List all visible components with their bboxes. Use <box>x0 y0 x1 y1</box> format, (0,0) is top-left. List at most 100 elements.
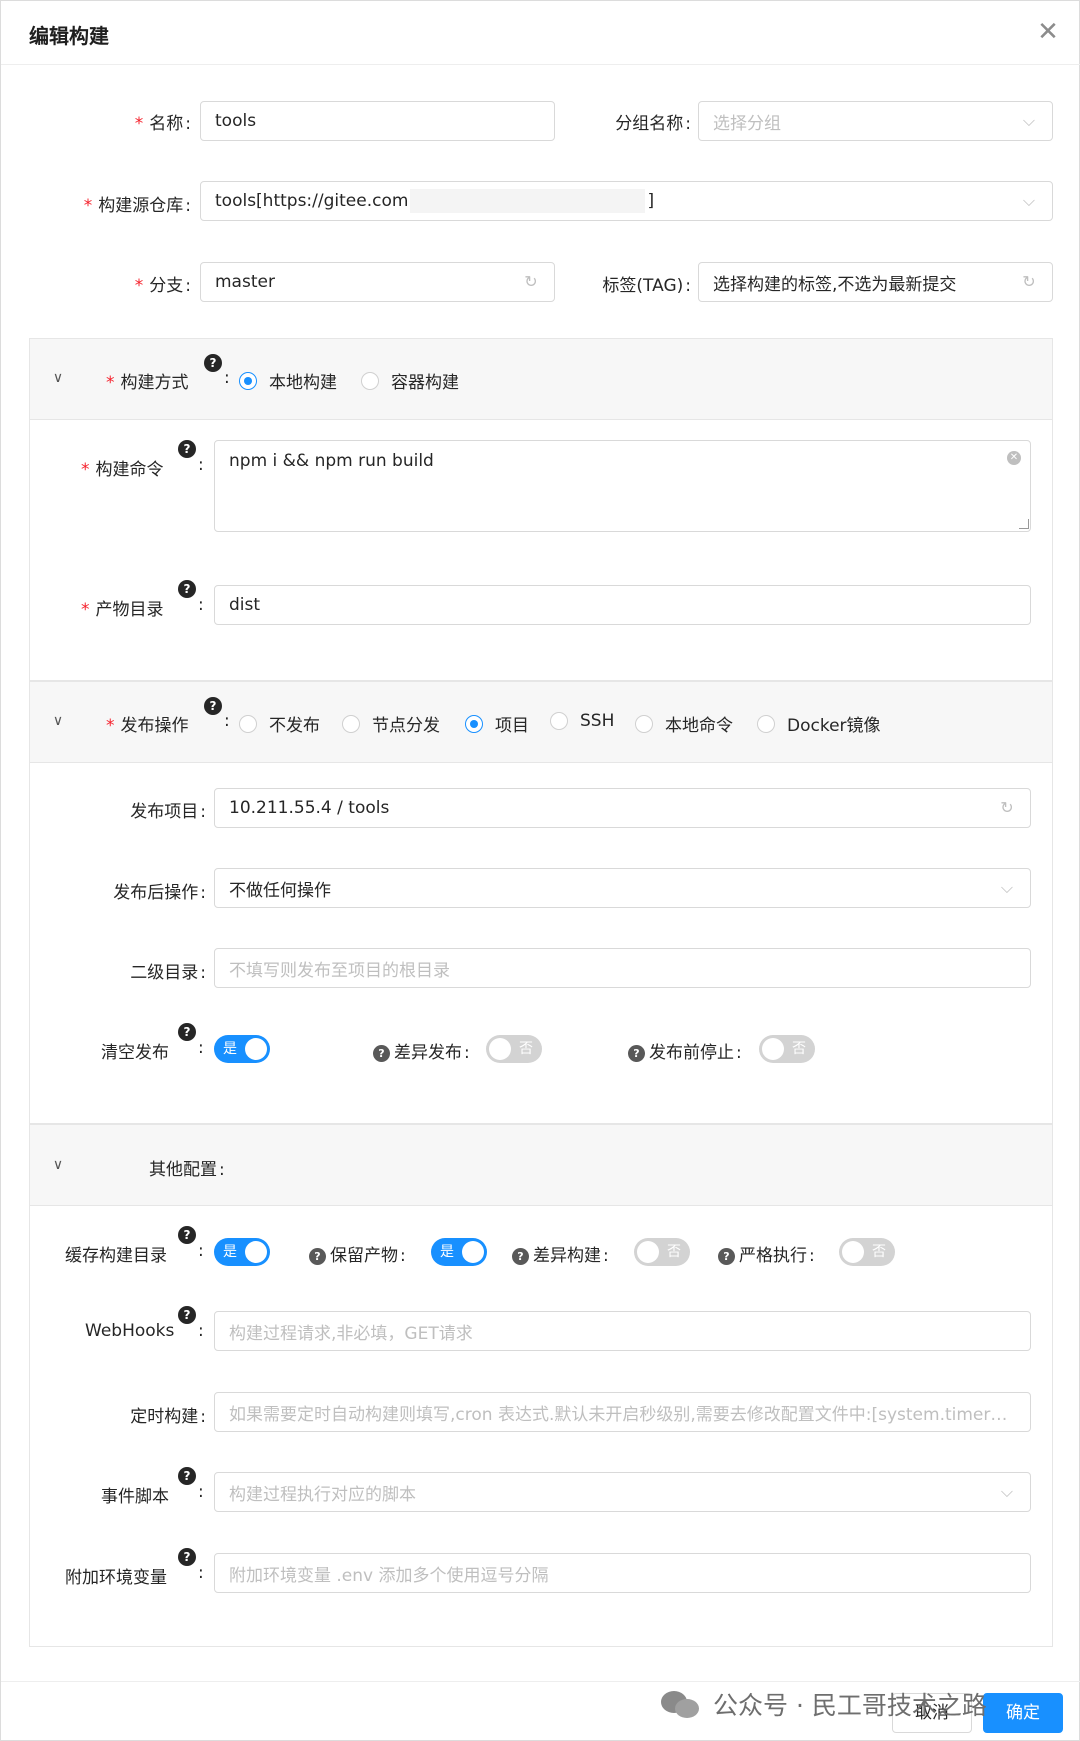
help-icon[interactable]: ? <box>178 1226 196 1244</box>
refresh-icon[interactable]: ↻ <box>1020 273 1038 291</box>
after-label: 发布后操作: <box>113 883 206 903</box>
chevron-down-icon: ⌵ <box>1022 191 1036 210</box>
help-icon[interactable]: ? <box>309 1247 326 1265</box>
subdir-placeholder: 不填写则发布至项目的根目录 <box>229 960 450 981</box>
repo-label: * 构建源仓库: <box>83 196 191 216</box>
command-textarea[interactable]: npm i && npm run build <box>214 440 1031 532</box>
help-icon[interactable]: ? <box>373 1044 390 1062</box>
script-colon: : <box>198 1482 204 1502</box>
repo-value-end: ] <box>647 191 655 211</box>
keep-artifact-switch[interactable]: 是 <box>431 1238 487 1266</box>
command-colon: : <box>198 455 204 475</box>
project-value: 10.211.55.4 / tools <box>229 798 390 818</box>
radio-no-publish[interactable]: 不发布 <box>239 711 320 736</box>
chevron-down-icon: ⌵ <box>1022 111 1036 130</box>
after-value: 不做任何操作 <box>229 880 331 901</box>
help-icon[interactable]: ? <box>204 354 222 372</box>
chevron-down-icon: ⌵ <box>1000 1482 1014 1501</box>
help-icon[interactable]: ? <box>178 1548 196 1566</box>
help-icon[interactable]: ? <box>628 1044 645 1062</box>
webhooks-colon: : <box>198 1321 204 1341</box>
dialog-header: 编辑构建 ✕ <box>1 1 1080 65</box>
radio-ssh[interactable]: SSH <box>550 711 614 731</box>
branch-label: * 分支: <box>134 276 191 296</box>
cron-label: 定时构建: <box>130 1407 206 1427</box>
publish-op-label: * 发布操作 <box>106 716 189 736</box>
clear-icon[interactable]: ✕ <box>1007 451 1021 465</box>
radio-dot <box>239 371 257 390</box>
help-icon[interactable]: ? <box>178 1023 196 1041</box>
refresh-icon[interactable]: ↻ <box>522 273 540 291</box>
webhooks-input[interactable]: 构建过程请求,非必填，GET请求 <box>214 1311 1031 1351</box>
help-icon[interactable]: ? <box>178 440 196 458</box>
close-icon[interactable]: ✕ <box>1033 17 1063 47</box>
name-value: tools <box>215 111 257 131</box>
artifact-value: dist <box>229 595 261 615</box>
help-icon[interactable]: ? <box>512 1247 529 1265</box>
env-input[interactable]: 附加环境变量 .env 添加多个使用逗号分隔 <box>214 1553 1031 1593</box>
stop-before-switch[interactable]: 否 <box>759 1035 815 1063</box>
redacted-block <box>410 189 646 213</box>
project-label: 发布项目: <box>130 802 206 822</box>
build-mode-colon: : <box>224 368 230 388</box>
project-select[interactable]: 10.211.55.4 / tools ↻ <box>214 788 1031 828</box>
strict-label: ? 严格执行: <box>718 1241 815 1266</box>
repo-select[interactable]: tools[https://gitee.com ] ⌵ <box>200 181 1053 221</box>
tag-select[interactable]: 选择构建的标签,不选为最新提交 ↻ <box>698 262 1053 302</box>
strict-switch[interactable]: 否 <box>839 1238 895 1266</box>
group-select[interactable]: 选择分组 ⌵ <box>698 101 1053 141</box>
radio-dot <box>361 371 379 390</box>
command-label: * 构建命令 <box>81 460 164 480</box>
script-label: 事件脚本 <box>101 1487 169 1507</box>
artifact-colon: : <box>198 595 204 615</box>
watermark: 公众号 · 民工哥技术之路 <box>661 1686 987 1722</box>
branch-value: master <box>215 272 275 292</box>
name-input[interactable]: tools <box>200 101 555 141</box>
help-icon[interactable]: ? <box>718 1247 735 1265</box>
publish-op-colon: : <box>224 711 230 731</box>
help-icon[interactable]: ? <box>178 580 196 598</box>
help-icon[interactable]: ? <box>204 697 222 715</box>
radio-container-build[interactable]: 容器构建 <box>361 368 459 393</box>
diff-publish-switch[interactable]: 否 <box>486 1035 542 1063</box>
ok-button[interactable]: 确定 <box>983 1693 1063 1733</box>
command-value: npm i && npm run build <box>229 451 434 471</box>
radio-local-command[interactable]: 本地命令 <box>635 711 733 736</box>
chevron-down-icon: ⌵ <box>1000 878 1014 897</box>
cache-switch[interactable]: 是 <box>214 1238 270 1266</box>
after-select[interactable]: 不做任何操作 ⌵ <box>214 868 1031 908</box>
chevron-down-icon[interactable]: ∨ <box>48 711 68 731</box>
radio-project[interactable]: 项目 <box>465 711 529 736</box>
diff-publish-label: ? 差异发布: <box>373 1038 470 1063</box>
cache-colon: : <box>198 1241 204 1261</box>
edit-build-dialog: 编辑构建 ✕ * 名称: tools 分组名称: 选择分组 ⌵ * 构建源仓库: to… <box>0 0 1080 1741</box>
artifact-input[interactable]: dist <box>214 585 1031 625</box>
diff-build-switch[interactable]: 否 <box>634 1238 690 1266</box>
radio-docker[interactable]: Docker镜像 <box>757 711 881 736</box>
branch-select[interactable]: master ↻ <box>200 262 555 302</box>
cron-input[interactable]: 如果需要定时自动构建则填写,cron 表达式.默认未开启秒级别,需要去修改配置文… <box>214 1392 1031 1432</box>
build-mode-label: * 构建方式 <box>106 373 189 393</box>
cache-label: 缓存构建目录 <box>65 1246 167 1266</box>
script-select[interactable]: 构建过程执行对应的脚本 ⌵ <box>214 1472 1031 1512</box>
subdir-input[interactable]: 不填写则发布至项目的根目录 <box>214 948 1031 988</box>
refresh-icon[interactable]: ↻ <box>998 799 1016 817</box>
dialog-title: 编辑构建 <box>29 24 109 48</box>
radio-node-dist[interactable]: 节点分发 <box>342 711 440 736</box>
chevron-down-icon[interactable]: ∨ <box>48 1155 68 1175</box>
other-section-label: 其他配置: <box>149 1160 225 1180</box>
clear-publish-colon: : <box>198 1038 204 1058</box>
stop-before-label: ? 发布前停止: <box>628 1038 742 1063</box>
watermark-text: 公众号 · 民工哥技术之路 <box>713 1691 987 1720</box>
resize-handle[interactable] <box>1019 519 1029 529</box>
subdir-label: 二级目录: <box>130 963 206 983</box>
radio-local-build[interactable]: 本地构建 <box>239 368 337 393</box>
chevron-down-icon[interactable]: ∨ <box>48 368 68 388</box>
help-icon[interactable]: ? <box>178 1306 196 1324</box>
group-label: 分组名称: <box>615 114 691 134</box>
clear-publish-switch[interactable]: 是 <box>214 1035 270 1063</box>
keep-artifact-label: ? 保留产物: <box>309 1241 406 1266</box>
help-icon[interactable]: ? <box>178 1467 196 1485</box>
diff-build-label: ? 差异构建: <box>512 1241 609 1266</box>
wechat-icon <box>661 1689 701 1719</box>
